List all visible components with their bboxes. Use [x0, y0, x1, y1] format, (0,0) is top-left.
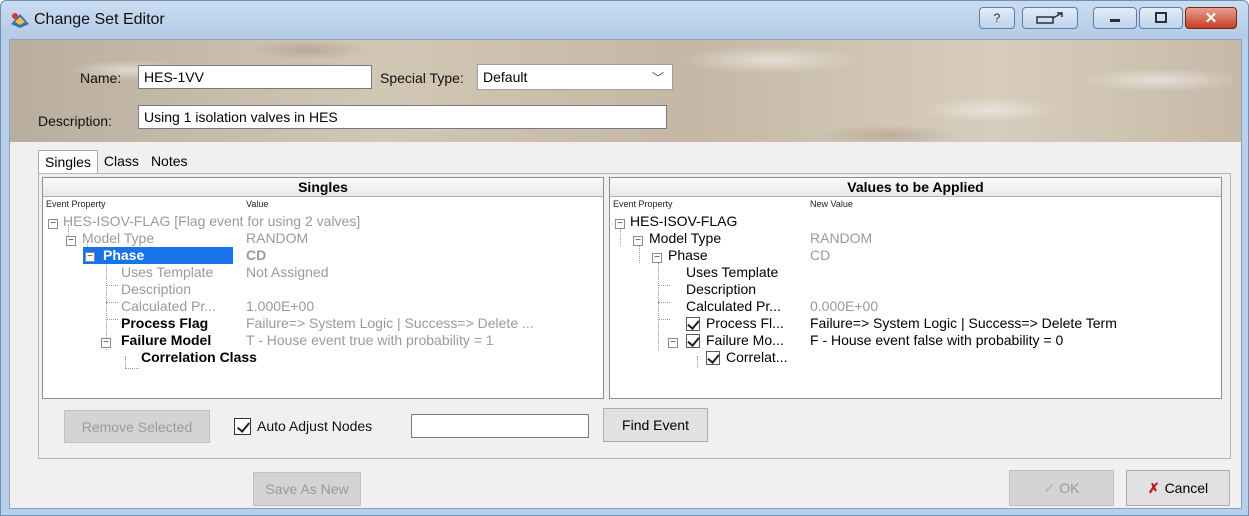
tree-row-calculated-prob[interactable]: Calculated Pr...	[121, 298, 216, 315]
header-band: Name: HES-1VV Special Type: Default ﹀ De…	[10, 40, 1241, 142]
cancel-label: Cancel	[1164, 480, 1209, 496]
tree-row-description[interactable]: Description	[686, 281, 756, 298]
value-phase: CD	[810, 247, 831, 263]
collapse-icon[interactable]: −	[668, 338, 678, 348]
tree-row-process-flag[interactable]: Process Flag	[121, 315, 208, 332]
value-uses-template: Not Assigned	[246, 264, 329, 280]
col-value: Value	[246, 199, 269, 209]
cancel-button[interactable]: ✗ Cancel	[1126, 470, 1230, 506]
tab-strip: Singles Class Notes	[38, 150, 194, 174]
tree-row-calculated-prob[interactable]: Calculated Pr...	[686, 298, 781, 315]
tree-line	[106, 319, 118, 320]
col-event-property: Event Property	[46, 199, 106, 209]
title-bar[interactable]: Change Set Editor ? ✕	[1, 1, 1248, 39]
collapse-icon[interactable]: −	[101, 338, 111, 348]
cancel-x-icon: ✗	[1147, 479, 1160, 496]
value-calculated-prob: 1.000E+00	[246, 298, 315, 314]
checkbox-process-flag[interactable]	[686, 317, 700, 331]
ok-label: OK	[1059, 480, 1080, 496]
singles-grid[interactable]: Singles Event Property Value − HES-ISOV-…	[42, 177, 604, 399]
col-new-value: New Value	[810, 199, 853, 209]
singles-tab-panel: Singles Event Property Value − HES-ISOV-…	[38, 173, 1231, 459]
maximize-icon	[1155, 12, 1167, 23]
collapse-icon[interactable]: −	[85, 252, 95, 262]
tree-row-model-type[interactable]: Model Type	[82, 230, 154, 247]
description-field[interactable]: Using 1 isolation valves in HES	[138, 105, 667, 129]
save-as-new-button[interactable]: Save As New	[253, 472, 361, 506]
dialog-body: Name: HES-1VV Special Type: Default ﹀ De…	[9, 39, 1242, 509]
tree-row-model-type[interactable]: Model Type	[649, 230, 721, 247]
tab-notes[interactable]: Notes	[145, 150, 194, 174]
find-event-input[interactable]	[411, 414, 589, 438]
close-button[interactable]: ✕	[1185, 7, 1237, 29]
tree-line	[658, 259, 659, 350]
value-model-type: RANDOM	[246, 230, 309, 246]
tree-row-failure-model[interactable]: Failure Model	[121, 332, 211, 349]
tree-line	[106, 302, 118, 303]
tree-row-description[interactable]: Description	[121, 281, 191, 298]
tree-line	[658, 285, 670, 286]
tree-line	[125, 368, 139, 369]
value-process-flag: Failure=> System Logic | Success=> Delet…	[246, 315, 534, 331]
help-button[interactable]: ?	[979, 7, 1015, 29]
tab-class[interactable]: Class	[98, 150, 145, 174]
maximize-button[interactable]	[1139, 7, 1183, 29]
tree-line	[697, 356, 698, 368]
change-set-editor-window: Change Set Editor ? ✕ Name: HES-1VV Spec…	[0, 0, 1249, 516]
name-field[interactable]: HES-1VV	[138, 65, 372, 89]
tree-row-correlation-class[interactable]: Correlat...	[726, 349, 787, 366]
special-type-label: Special Type:	[380, 70, 464, 86]
tab-singles[interactable]: Singles	[38, 150, 98, 174]
collapse-icon[interactable]: −	[615, 219, 625, 229]
description-label: Description:	[38, 113, 112, 129]
minimize-icon	[1110, 19, 1120, 22]
minimize-button[interactable]	[1093, 7, 1137, 29]
tree-row-correlation-class[interactable]: Correlation Class	[141, 349, 257, 366]
values-grid-title: Values to be Applied	[610, 178, 1221, 197]
tree-row-root[interactable]: HES-ISOV-FLAG [Flag event for using 2 va…	[63, 213, 360, 230]
remove-selected-button[interactable]: Remove Selected	[64, 410, 210, 443]
collapse-icon[interactable]: −	[633, 236, 643, 246]
tree-line	[658, 302, 670, 303]
value-calculated-prob: 0.000E+00	[810, 298, 879, 314]
ok-button[interactable]: ✓ OK	[1009, 470, 1114, 506]
singles-grid-title: Singles	[43, 178, 603, 197]
tree-row-phase[interactable]: Phase	[668, 247, 708, 264]
value-model-type: RANDOM	[810, 230, 873, 246]
pin-window-icon	[1036, 12, 1063, 24]
pin-button[interactable]	[1022, 7, 1078, 29]
tree-row-root[interactable]: HES-ISOV-FLAG	[630, 213, 737, 230]
window-title: Change Set Editor	[34, 11, 165, 28]
app-icon	[11, 13, 29, 28]
value-process-flag: Failure=> System Logic | Success=> Delet…	[810, 315, 1117, 331]
value-failure-model: T - House event true with probability = …	[246, 332, 494, 348]
special-type-value: Default	[483, 69, 528, 85]
checkbox-correlation-class[interactable]	[706, 351, 720, 365]
checkbox-failure-model[interactable]	[686, 334, 700, 348]
tree-line	[106, 285, 118, 286]
value-phase: CD	[246, 247, 267, 263]
tree-row-phase[interactable]: Phase	[103, 247, 144, 264]
checkmark-icon: ✓	[1043, 479, 1056, 496]
find-event-button[interactable]: Find Event	[603, 408, 708, 442]
value-failure-model: F - House event false with probability =…	[810, 332, 1064, 348]
name-label: Name:	[80, 70, 122, 86]
collapse-icon[interactable]: −	[652, 253, 662, 263]
tree-row-process-flag[interactable]: Process Fl...	[706, 315, 784, 332]
tree-row-uses-template[interactable]: Uses Template	[121, 264, 213, 281]
help-icon: ?	[993, 11, 1001, 25]
tree-line	[125, 356, 126, 368]
tree-line	[658, 319, 670, 320]
values-to-apply-grid[interactable]: Values to be Applied Event Property New …	[609, 177, 1222, 399]
special-type-select[interactable]: Default ﹀	[477, 64, 673, 90]
collapse-icon[interactable]: −	[48, 219, 58, 229]
auto-adjust-nodes-label[interactable]: Auto Adjust Nodes	[257, 418, 372, 434]
tree-row-uses-template[interactable]: Uses Template	[686, 264, 778, 281]
close-icon: ✕	[1204, 10, 1218, 27]
col-event-property: Event Property	[613, 199, 673, 209]
collapse-icon[interactable]: −	[66, 236, 76, 246]
chevron-down-icon: ﹀	[651, 71, 664, 85]
tree-row-failure-model[interactable]: Failure Mo...	[706, 332, 784, 349]
auto-adjust-nodes-checkbox[interactable]	[234, 418, 251, 435]
